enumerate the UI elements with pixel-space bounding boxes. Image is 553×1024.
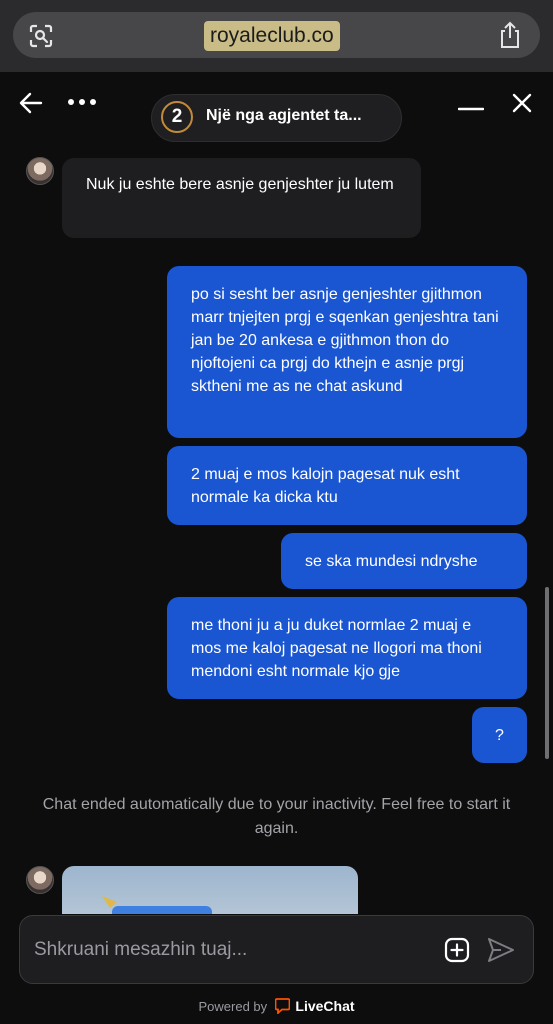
user-message: se ska mundesi ndryshe [281, 533, 527, 589]
user-message: 2 muaj e mos kalojn pagesat nuk esht nor… [167, 446, 527, 525]
url-text[interactable]: royaleclub.co [204, 21, 340, 51]
powered-by[interactable]: Powered by LiveChat [0, 998, 553, 1015]
agent-avatar [26, 157, 54, 185]
agent-avatar [26, 866, 54, 894]
close-icon[interactable] [512, 93, 532, 113]
livechat-logo-icon [274, 998, 291, 1015]
agent-count-badge: 2 [161, 101, 193, 133]
minimize-icon[interactable] [458, 107, 484, 111]
send-icon[interactable] [487, 937, 515, 963]
user-message: ? [472, 707, 527, 763]
message-input[interactable] [34, 937, 424, 963]
livechat-brand: LiveChat [295, 998, 355, 1014]
user-message: po si sesht ber asnje genjeshter gjithmo… [167, 266, 527, 438]
more-icon[interactable] [67, 97, 97, 107]
agent-title: Një nga agjentet ta... [206, 107, 362, 124]
agent-message: Nuk ju eshte bere asnje genjeshter ju lu… [62, 158, 421, 238]
screenshot-lens-icon[interactable] [28, 23, 54, 49]
powered-by-label: Powered by [198, 999, 268, 1014]
chat-ended-notice: Chat ended automatically due to your ina… [42, 796, 511, 837]
share-icon[interactable] [498, 21, 522, 49]
scrollbar[interactable] [545, 587, 549, 759]
back-arrow-icon[interactable] [19, 92, 43, 114]
user-message: me thoni ju a ju duket normlae 2 muaj e … [167, 597, 527, 699]
attach-plus-icon[interactable] [444, 937, 470, 963]
